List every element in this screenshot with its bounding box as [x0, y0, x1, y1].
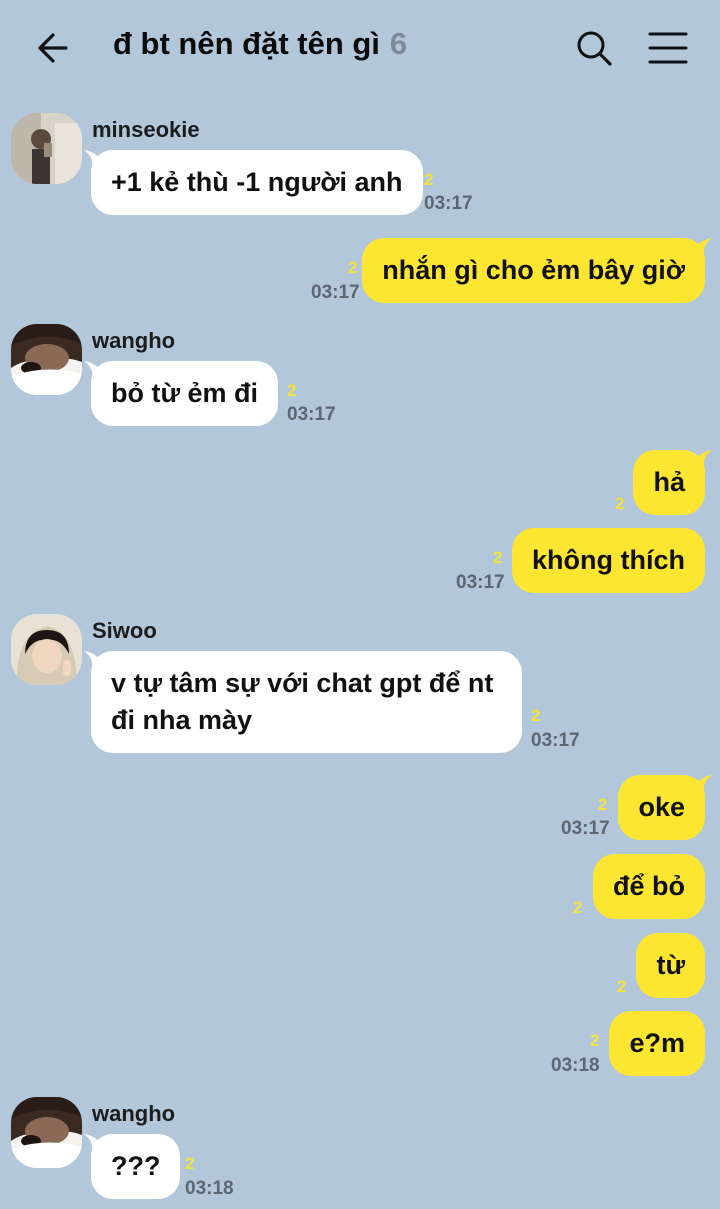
avatar-minseokie[interactable] — [11, 113, 82, 184]
bubble-tail-icon — [84, 651, 102, 669]
message-time: 03:17 — [424, 193, 473, 214]
message-time: 03:17 — [311, 282, 360, 303]
unread-count: 2 — [590, 1031, 600, 1050]
message-bubble[interactable]: e?m — [609, 1011, 705, 1076]
message-bubble[interactable]: để bỏ — [593, 854, 705, 919]
unread-count: 2 — [531, 706, 541, 725]
unread-count: 2 — [493, 548, 503, 567]
message-text: oke — [638, 792, 685, 822]
message-time: 03:18 — [551, 1055, 600, 1076]
message-bubble[interactable]: từ — [636, 933, 705, 998]
message-text: bỏ từ ẻm đi — [111, 378, 259, 408]
chat-header: đ bt nên đặt tên gì 6 — [0, 0, 720, 96]
avatar-wangho[interactable] — [11, 1097, 82, 1168]
message-text: từ — [656, 950, 685, 980]
message-bubble[interactable]: v tự tâm sự với chat gpt để nt đi nha mà… — [84, 651, 522, 753]
bubble-tail-icon — [84, 1134, 102, 1152]
message-text: +1 kẻ thù -1 người anh — [111, 167, 403, 197]
message-text: e?m — [629, 1028, 685, 1058]
message-time: 03:17 — [456, 572, 505, 593]
bubble-tail-icon — [84, 361, 102, 379]
message-time: 03:17 — [561, 818, 610, 839]
message-text: để bỏ — [613, 871, 685, 901]
unread-count: 2 — [573, 898, 583, 917]
bubble-tail-icon — [84, 150, 102, 168]
message-text: không thích — [532, 545, 685, 575]
message-text: v tự tâm sự với chat gpt để nt đi nha mà… — [111, 668, 494, 735]
back-arrow-icon[interactable] — [32, 24, 80, 72]
message-bubble[interactable]: nhắn gì cho ẻm bây giờ — [362, 238, 712, 303]
message-time: 03:17 — [531, 730, 580, 751]
message-time: 03:18 — [185, 1178, 234, 1199]
bubble-tail-icon — [694, 775, 712, 793]
message-text: ??? — [111, 1151, 161, 1181]
message-bubble[interactable]: +1 kẻ thù -1 người anh — [84, 150, 423, 215]
avatar-wangho[interactable] — [11, 324, 82, 395]
unread-count: 2 — [348, 258, 358, 277]
message-text: nhắn gì cho ẻm bây giờ — [382, 255, 685, 285]
message-bubble[interactable]: ??? — [84, 1134, 181, 1199]
message-bubble[interactable]: oke — [618, 775, 712, 840]
bubble-tail-icon — [694, 450, 712, 468]
unread-count: 2 — [598, 795, 608, 814]
message-time: 03:17 — [287, 404, 336, 425]
message-text: hả — [653, 467, 685, 497]
sender-name: Siwoo — [92, 618, 157, 643]
sender-name: minseokie — [92, 117, 200, 142]
unread-count: 2 — [185, 1154, 195, 1173]
message-bubble[interactable]: không thích — [512, 528, 705, 593]
member-count: 6 — [389, 26, 408, 61]
sender-name: wangho — [92, 328, 176, 353]
avatar-siwoo[interactable] — [11, 614, 82, 685]
bubble-tail-icon — [694, 238, 712, 256]
chat-name: đ bt nên đặt tên gì — [113, 26, 380, 61]
sender-name: wangho — [92, 1101, 176, 1126]
chat-title: đ bt nên đặt tên gì 6 — [113, 26, 407, 62]
message-bubble[interactable]: hả — [633, 450, 712, 515]
unread-count: 2 — [617, 977, 627, 996]
message-bubble[interactable]: bỏ từ ẻm đi — [84, 361, 279, 426]
unread-count: 2 — [287, 381, 297, 400]
menu-icon[interactable] — [642, 24, 694, 72]
search-icon[interactable] — [570, 24, 618, 72]
unread-count: 2 — [424, 170, 434, 189]
unread-count: 2 — [615, 494, 625, 513]
